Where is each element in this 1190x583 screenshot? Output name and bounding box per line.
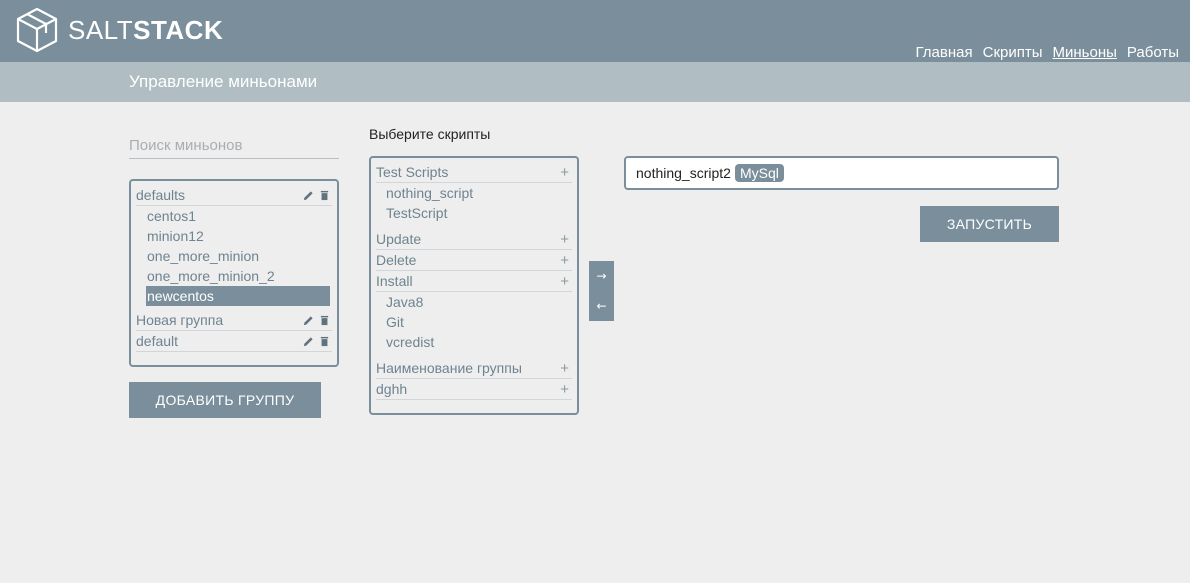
script-group-name: dghh	[376, 381, 408, 397]
minion-group-name[interactable]: defaults	[136, 187, 302, 203]
minion-group-row: defaults	[136, 185, 332, 206]
minion-group-row: Новая группа	[136, 310, 332, 331]
selected-scripts-field[interactable]: nothing_script2 MySql	[624, 156, 1059, 190]
scripts-title: Выберите скрипты	[369, 126, 491, 142]
nav-jobs[interactable]: Работы	[1127, 44, 1179, 61]
minion-group-name[interactable]: default	[136, 333, 302, 349]
script-item[interactable]: TestScript	[386, 203, 572, 223]
minion-item-selected[interactable]: newcentos	[146, 286, 330, 306]
transfer-controls: → ←	[589, 261, 614, 321]
plus-icon[interactable]: +	[560, 231, 569, 248]
script-group-name: Test Scripts	[376, 164, 449, 180]
group-tools	[302, 189, 330, 201]
script-group-members: Java8 Git vcredist	[376, 292, 572, 358]
add-group-button[interactable]: ДОБАВИТЬ ГРУППУ	[129, 382, 321, 418]
page-title: Управление миньонами	[129, 72, 318, 91]
plus-icon[interactable]: +	[560, 360, 569, 377]
minion-search-input[interactable]	[129, 132, 339, 159]
script-group-name: Delete	[376, 252, 417, 268]
script-group-row[interactable]: Test Scripts +	[376, 162, 572, 183]
trash-icon[interactable]	[318, 335, 330, 347]
plus-icon[interactable]: +	[560, 252, 569, 269]
plus-icon[interactable]: +	[560, 164, 569, 181]
script-group-row[interactable]: Delete +	[376, 250, 572, 271]
brand-name-bold: STACK	[133, 14, 224, 45]
trash-icon[interactable]	[318, 189, 330, 201]
minion-item[interactable]: minion12	[146, 226, 330, 246]
script-group-name: Наименование группы	[376, 360, 522, 376]
pencil-icon[interactable]	[302, 189, 314, 201]
script-group-row[interactable]: dghh +	[376, 379, 572, 400]
group-tools	[302, 314, 330, 326]
script-item[interactable]: Java8	[386, 292, 572, 312]
brand-name-light: SALT	[68, 14, 134, 45]
main-nav: Главная Скрипты Миньоны Работы	[916, 44, 1179, 61]
script-tag-badge[interactable]: MySql	[734, 164, 784, 182]
saltstack-logo[interactable]: SALTSTACK	[12, 5, 223, 55]
script-item[interactable]: nothing_script	[386, 183, 572, 203]
brand-name: SALTSTACK	[68, 15, 223, 46]
group-tools	[302, 335, 330, 347]
page-title-bar: Управление миньонами	[0, 62, 1190, 102]
script-group-row[interactable]: Install +	[376, 271, 572, 292]
plus-icon[interactable]: +	[560, 381, 569, 398]
minion-group-row: default	[136, 331, 332, 352]
minion-item[interactable]: centos1	[146, 206, 330, 226]
script-group-row[interactable]: Update +	[376, 229, 572, 250]
script-group-members: nothing_script TestScript	[376, 183, 572, 229]
cube-logo-icon	[16, 7, 58, 53]
minion-item[interactable]: one_more_minion	[146, 246, 330, 266]
script-item[interactable]: vcredist	[386, 332, 572, 352]
script-item[interactable]: Git	[386, 312, 572, 332]
trash-icon[interactable]	[318, 314, 330, 326]
minion-groups-panel: defaults centos1 minion12 one_more_minio…	[129, 179, 339, 367]
top-bar: SALTSTACK Главная Скрипты Миньоны Работы	[0, 0, 1190, 62]
script-group-row[interactable]: Наименование группы +	[376, 358, 572, 379]
run-button[interactable]: ЗАПУСТИТЬ	[920, 206, 1059, 242]
scripts-panel: Test Scripts + nothing_script TestScript…	[369, 156, 579, 415]
script-group-name: Update	[376, 231, 422, 247]
script-group-name: Install	[376, 273, 413, 289]
minion-item[interactable]: one_more_minion_2	[146, 266, 330, 286]
arrow-left-icon[interactable]: ←	[589, 291, 614, 321]
nav-home[interactable]: Главная	[916, 44, 973, 61]
pencil-icon[interactable]	[302, 314, 314, 326]
pencil-icon[interactable]	[302, 335, 314, 347]
nav-scripts[interactable]: Скрипты	[983, 44, 1043, 61]
selected-script-name: nothing_script2	[636, 165, 731, 181]
arrow-right-icon[interactable]: →	[589, 261, 614, 291]
minion-group-name[interactable]: Новая группа	[136, 312, 302, 328]
plus-icon[interactable]: +	[560, 273, 569, 290]
nav-minions[interactable]: Миньоны	[1053, 44, 1117, 61]
minion-group-members: centos1 minion12 one_more_minion one_mor…	[136, 206, 332, 310]
